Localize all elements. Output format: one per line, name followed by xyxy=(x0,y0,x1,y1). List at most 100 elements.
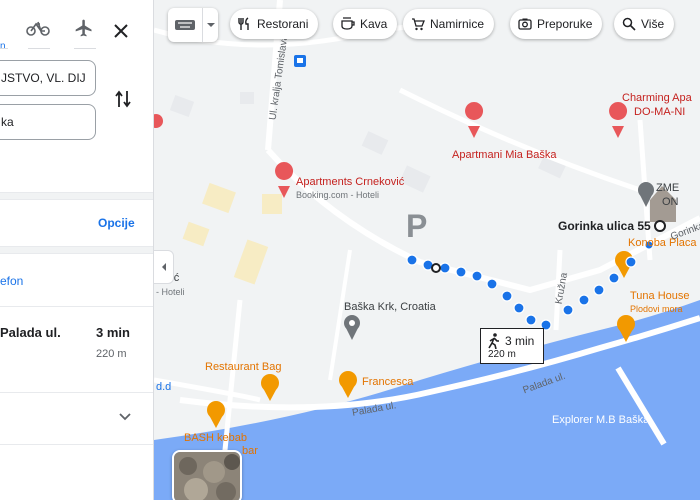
bicycle-mode-button[interactable] xyxy=(20,10,56,46)
restaurant-sublabel: Plodovi mora xyxy=(630,304,683,314)
flight-mode-button[interactable] xyxy=(66,10,102,46)
route-distance: 220 m xyxy=(96,348,127,360)
close-button[interactable] xyxy=(108,18,134,44)
hotel-pin-icon[interactable] xyxy=(609,102,628,138)
place-label[interactable]: d.d xyxy=(156,381,171,393)
street-view-thumbnail[interactable] xyxy=(172,450,242,500)
route-name: Palada ul. xyxy=(0,325,61,340)
route-dot xyxy=(578,294,590,306)
road xyxy=(328,249,352,381)
coffee-cup-icon xyxy=(341,17,355,30)
place-label[interactable]: Charming Apa xyxy=(622,92,692,104)
restaurant-pin-icon[interactable] xyxy=(261,374,279,401)
bus-stop-icon-window xyxy=(297,58,303,63)
route-dot xyxy=(406,254,418,266)
keyboard-layers-button[interactable] xyxy=(168,8,218,42)
restaurant-sublabel: bar xyxy=(242,445,258,457)
airplane-icon xyxy=(75,19,92,37)
building xyxy=(169,95,195,117)
chip-groceries[interactable]: Namirnice xyxy=(403,9,495,39)
restaurant-label[interactable]: Restaurant Bag xyxy=(205,361,281,373)
route-dot xyxy=(593,284,605,296)
chip-label: Namirnice xyxy=(430,17,485,31)
walking-distance: 220 m xyxy=(488,349,516,360)
route-dot xyxy=(608,272,620,284)
route-dot xyxy=(562,304,574,316)
building xyxy=(202,182,236,214)
chip-label: Više xyxy=(641,17,665,31)
building xyxy=(182,221,210,247)
section-divider xyxy=(0,246,153,254)
route-dot xyxy=(439,262,451,274)
chip-more[interactable]: Više xyxy=(614,9,675,39)
restaurant-label[interactable]: BASH kebab xyxy=(184,432,247,444)
route-start-marker xyxy=(431,263,441,273)
destination-marker[interactable] xyxy=(654,220,666,232)
place-label[interactable]: Apartmani Mia Baška xyxy=(452,149,557,161)
building xyxy=(361,131,389,155)
building xyxy=(233,239,269,285)
origin-input[interactable]: JSTVO, VL. DIJ xyxy=(0,60,96,96)
hotel-pin-icon[interactable] xyxy=(154,114,164,128)
route-time: 3 min xyxy=(96,325,130,340)
place-label[interactable]: ZME xyxy=(656,182,679,194)
swap-locations-button[interactable] xyxy=(110,86,136,112)
separator xyxy=(0,444,153,445)
close-icon xyxy=(114,24,128,38)
chevron-left-icon xyxy=(161,263,166,271)
restaurant-pin-icon[interactable] xyxy=(207,401,225,428)
phone-link[interactable]: efon xyxy=(0,274,23,288)
walking-time-callout[interactable]: 3 min 220 m xyxy=(480,328,544,364)
camera-icon xyxy=(518,18,532,30)
chip-label: Kava xyxy=(360,17,388,31)
chip-restaurants[interactable]: Restorani xyxy=(230,9,319,39)
mode-underline xyxy=(0,48,8,49)
landmark-pin-icon[interactable] xyxy=(344,315,360,340)
restaurant-pin-icon[interactable] xyxy=(339,371,357,398)
building xyxy=(240,92,254,104)
route-dot xyxy=(625,256,637,268)
restaurant-label[interactable]: Konoba Placa xyxy=(628,237,697,249)
directions-panel: n JSTVO, VL. DIJ ka Opcije efon Palada u… xyxy=(0,0,154,500)
separator xyxy=(0,306,153,307)
place-sublabel: - Hoteli xyxy=(156,287,185,297)
restaurant-label[interactable]: Francesca xyxy=(362,376,413,388)
walking-person-icon xyxy=(488,333,499,349)
section-divider xyxy=(0,192,153,200)
route-dot xyxy=(471,270,483,282)
chip-label: Preporuke xyxy=(537,17,593,31)
mode-underline xyxy=(74,48,96,49)
collapse-panel-button[interactable] xyxy=(154,250,174,284)
chip-label: Restorani xyxy=(257,17,309,31)
restaurant-label[interactable]: Tuna House xyxy=(630,290,690,302)
options-link[interactable]: Opcije xyxy=(98,216,135,230)
place-label[interactable]: ON xyxy=(662,196,679,208)
destination-input[interactable]: ka xyxy=(0,104,96,140)
hotel-pin-icon[interactable] xyxy=(275,162,294,198)
photo-image xyxy=(174,452,240,500)
landmark-label[interactable]: Baška Krk, Croatia xyxy=(344,301,436,313)
search-icon xyxy=(622,17,636,31)
place-label[interactable]: Explorer M.B Baška xyxy=(552,414,649,426)
destination-label[interactable]: Gorinka ulica 55 xyxy=(558,219,651,233)
separator xyxy=(0,392,153,393)
place-label[interactable]: DO-MA-NI xyxy=(634,106,685,118)
travel-mode-bar: n xyxy=(0,6,153,52)
parking-label: P xyxy=(406,208,428,244)
place-label[interactable]: Apartments Crneković xyxy=(296,176,404,188)
chip-coffee[interactable]: Kava xyxy=(333,9,398,39)
route-dot xyxy=(501,290,513,302)
chip-recommendations[interactable]: Preporuke xyxy=(510,9,603,39)
bicycle-icon xyxy=(26,21,50,36)
route-dot xyxy=(513,302,525,314)
route-dot xyxy=(455,266,467,278)
shopping-cart-icon xyxy=(412,18,425,31)
keyboard-icon xyxy=(175,20,195,30)
swap-icon xyxy=(115,90,131,108)
route-dot xyxy=(525,314,537,326)
chevron-down-icon[interactable] xyxy=(116,408,134,426)
fork-knife-icon xyxy=(238,17,249,30)
mode-underline xyxy=(28,48,50,49)
place-sublabel: Booking.com - Hoteli xyxy=(296,190,380,200)
dropdown-arrow-icon xyxy=(207,23,215,27)
